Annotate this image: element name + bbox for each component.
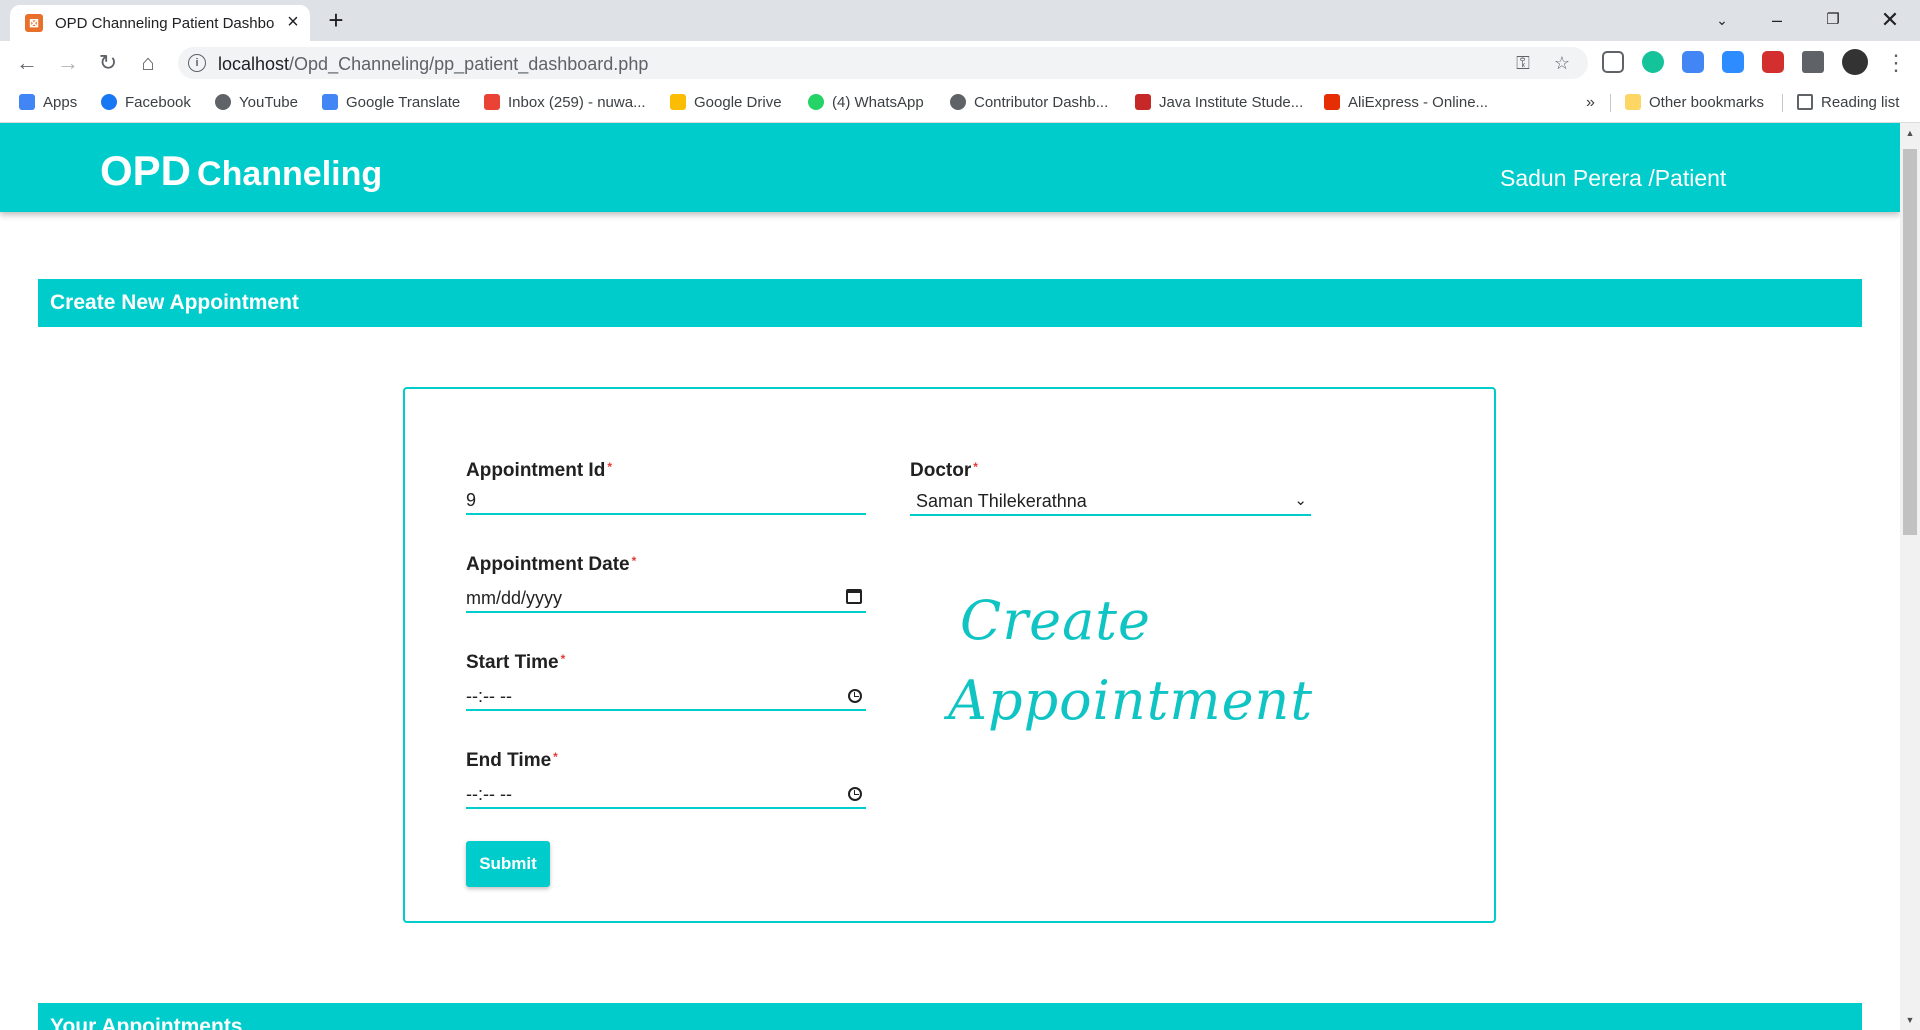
address-bar[interactable]: i localhost/Opd_Channeling/pp_patient_da… <box>178 47 1588 79</box>
bookmark-other-bookmarks[interactable]: Other bookmarks <box>1625 93 1764 113</box>
extensions-puzzle-icon[interactable] <box>1802 51 1824 73</box>
bookmark-apps[interactable]: Apps <box>19 93 77 113</box>
reading-list-icon <box>1797 94 1813 110</box>
bookmarks-divider <box>1610 94 1611 112</box>
bookmark-youtube[interactable]: YouTube <box>215 93 298 113</box>
brand-opd: OPD <box>100 147 192 194</box>
bookmark-facebook[interactable]: Facebook <box>101 93 191 113</box>
end-time-label: End Time * <box>466 750 558 771</box>
bookmarks-divider <box>1782 94 1783 112</box>
restore-button[interactable]: ❐ <box>1813 4 1853 36</box>
back-button[interactable]: ← <box>13 49 41 77</box>
reader-extension-icon[interactable] <box>1602 51 1624 73</box>
user-name-role[interactable]: Sadun Perera /Patient <box>1500 165 1726 192</box>
script-heading-appointment: Appointment <box>948 669 1314 732</box>
tab-title: OPD Channeling Patient Dashboard <box>55 15 275 32</box>
create-appointment-section-title: Create New Appointment <box>38 279 1862 327</box>
required-asterisk: * <box>560 652 566 666</box>
required-asterisk: * <box>631 554 637 568</box>
gmail-icon <box>484 94 500 110</box>
zoom-extension-icon[interactable] <box>1722 51 1744 73</box>
required-asterisk: * <box>973 460 978 474</box>
bookmark-google-translate[interactable]: Google Translate <box>322 93 460 113</box>
doctor-label: Doctor * <box>910 460 978 481</box>
page-viewport: OPD Channeling Sadun Perera /Patient Crea… <box>0 123 1900 1030</box>
required-asterisk: * <box>553 750 558 764</box>
pdf-extension-icon[interactable] <box>1762 51 1784 73</box>
calendar-icon[interactable] <box>846 589 862 604</box>
bookmarks-bar: Apps Facebook YouTube Google Translate I… <box>0 84 1920 123</box>
whatsapp-icon <box>808 94 824 110</box>
bookmark-whatsapp[interactable]: (4) WhatsApp <box>808 93 924 113</box>
aliexpress-icon <box>1324 94 1340 110</box>
profile-avatar[interactable] <box>1842 49 1868 75</box>
url-text[interactable]: localhost/Opd_Channeling/pp_patient_dash… <box>218 54 648 75</box>
forward-button[interactable]: → <box>54 49 82 77</box>
appointment-form-card: Appointment Id * 9 Doctor * Saman Thileker… <box>403 387 1496 923</box>
submit-button[interactable]: Submit <box>466 841 550 887</box>
home-button[interactable]: ⌂ <box>134 49 162 77</box>
end-time-input[interactable]: --:-- -- <box>466 779 866 809</box>
chrome-menu-icon[interactable]: ⋮ <box>1882 49 1910 77</box>
key-icon[interactable]: ⚿ <box>1511 51 1535 75</box>
new-tab-button[interactable]: + <box>322 7 350 35</box>
brand-channeling: Channeling <box>197 155 383 193</box>
tab-search-icon[interactable]: ⌄ <box>1702 4 1742 36</box>
tab-close-icon[interactable]: × <box>282 11 304 33</box>
your-appointments-section-title: Your Appointments <box>38 1003 1862 1030</box>
brand-logo[interactable]: OPD Channeling <box>100 147 382 195</box>
bookmark-java-institute[interactable]: Java Institute Stude... <box>1135 93 1303 113</box>
doctor-select[interactable]: Saman Thilekerathna ⌄ <box>910 486 1311 516</box>
start-time-label: Start Time * <box>466 652 566 673</box>
bookmark-star-icon[interactable]: ☆ <box>1550 51 1574 75</box>
required-asterisk: * <box>607 460 612 474</box>
start-time-input[interactable]: --:-- -- <box>466 681 866 711</box>
appointment-id-input[interactable]: 9 <box>466 485 866 515</box>
more-bookmarks-chevron-icon[interactable]: » <box>1586 93 1595 113</box>
xampp-favicon-icon: ⊠ <box>25 14 43 32</box>
translate-extension-icon[interactable] <box>1682 51 1704 73</box>
bookmark-gmail[interactable]: Inbox (259) - nuwa... <box>484 93 646 113</box>
browser-tabstrip: ⊠ OPD Channeling Patient Dashboard × + ⌄… <box>0 0 1920 41</box>
drive-icon <box>670 94 686 110</box>
folder-icon <box>1625 94 1641 110</box>
clock-icon[interactable] <box>848 787 862 801</box>
globe-icon <box>215 94 231 110</box>
scroll-down-arrow-icon[interactable]: ▼ <box>1900 1012 1920 1028</box>
site-info-icon[interactable]: i <box>188 54 206 72</box>
scroll-up-arrow-icon[interactable]: ▲ <box>1900 125 1920 141</box>
translate-icon <box>322 94 338 110</box>
scrollbar-thumb[interactable] <box>1903 149 1917 535</box>
script-heading-create: Create <box>960 589 1151 652</box>
apps-grid-icon <box>19 94 35 110</box>
app-header: OPD Channeling Sadun Perera /Patient <box>0 123 1900 212</box>
java-icon <box>1135 94 1151 110</box>
bookmark-google-drive[interactable]: Google Drive <box>670 93 782 113</box>
browser-tab[interactable]: ⊠ OPD Channeling Patient Dashboard × <box>10 5 310 41</box>
appointment-id-label: Appointment Id * <box>466 460 612 481</box>
appointment-date-label: Appointment Date * <box>466 554 637 575</box>
chevron-down-icon: ⌄ <box>1294 492 1307 509</box>
grammarly-icon[interactable] <box>1642 51 1664 73</box>
bookmark-aliexpress[interactable]: AliExpress - Online... <box>1324 93 1488 113</box>
close-window-button[interactable]: ✕ <box>1870 4 1910 36</box>
facebook-icon <box>101 94 117 110</box>
clock-icon[interactable] <box>848 689 862 703</box>
globe-icon <box>950 94 966 110</box>
reload-button[interactable]: ↻ <box>94 49 122 77</box>
page-scrollbar[interactable]: ▲ ▼ <box>1900 123 1920 1030</box>
reading-list-button[interactable]: Reading list <box>1797 93 1899 113</box>
minimize-button[interactable]: – <box>1757 4 1797 36</box>
bookmark-contributor-dashboard[interactable]: Contributor Dashb... <box>950 93 1108 113</box>
browser-toolbar: ← → ↻ ⌂ i localhost/Opd_Channeling/pp_pa… <box>0 41 1920 84</box>
appointment-date-input[interactable]: mm/dd/yyyy <box>466 583 866 613</box>
